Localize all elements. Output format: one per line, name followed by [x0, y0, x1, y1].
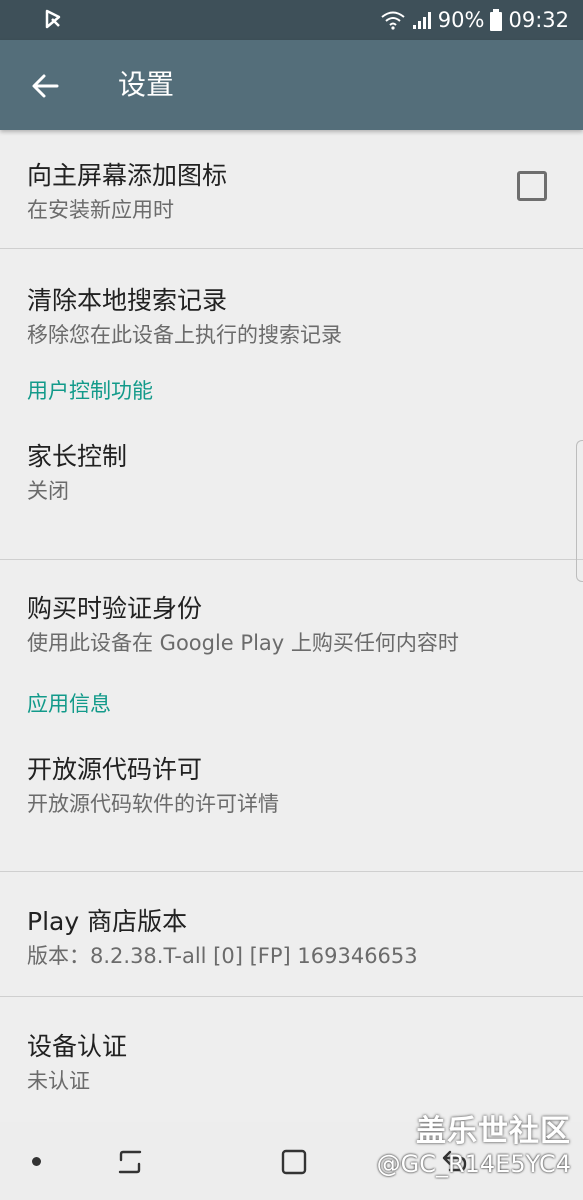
- section-header-app-info: 应用信息: [0, 684, 583, 726]
- notification-icon: [45, 9, 61, 29]
- item-subtitle: 关闭: [27, 479, 69, 503]
- recent-apps-icon[interactable]: [116, 1148, 144, 1176]
- section-header-user-controls: 用户控制功能: [0, 371, 583, 413]
- purchase-authentication-item[interactable]: 购买时验证身份 使用此设备在 Google Play 上购买任何内容时: [0, 560, 583, 684]
- signal-icon: [412, 12, 431, 29]
- section-label: 用户控制功能: [27, 379, 153, 403]
- item-subtitle: 开放源代码软件的许可详情: [27, 792, 279, 816]
- battery-percent: 90%: [437, 8, 485, 32]
- clock: 09:32: [508, 8, 569, 32]
- item-title: 设备认证: [27, 1032, 128, 1061]
- item-title: 购买时验证身份: [27, 594, 203, 623]
- settings-list: 向主屏幕添加图标 在安装新应用时 清除本地搜索记录 移除您在此设备上执行的搜索记…: [0, 130, 583, 1121]
- page-title: 设置: [118, 68, 175, 101]
- item-subtitle: 未认证: [27, 1069, 90, 1093]
- section-label: 应用信息: [27, 692, 111, 716]
- nav-hide-dot[interactable]: [32, 1157, 41, 1166]
- arrow-back-icon: [32, 74, 59, 98]
- edge-panel-handle[interactable]: [576, 440, 583, 582]
- watermark-logo: 盖乐世社区: [416, 1114, 571, 1149]
- item-subtitle: 版本：8.2.38.T-all [0] [FP] 169346653: [27, 944, 418, 968]
- back-button[interactable]: [20, 61, 70, 111]
- wifi-icon: [381, 11, 405, 30]
- app-bar: 设置: [0, 40, 583, 130]
- parental-controls-item[interactable]: 家长控制 关闭: [0, 413, 583, 559]
- add-icon-to-home-item[interactable]: 向主屏幕添加图标 在安装新应用时: [0, 130, 583, 248]
- item-title: 向主屏幕添加图标: [27, 161, 228, 190]
- item-subtitle: 使用此设备在 Google Play 上购买任何内容时: [27, 631, 459, 655]
- home-icon[interactable]: [280, 1148, 308, 1176]
- watermark-handle: @GC_R14E5YC4: [376, 1150, 571, 1178]
- item-title: 清除本地搜索记录: [27, 286, 228, 315]
- item-subtitle: 在安装新应用时: [27, 198, 174, 222]
- play-store-version-item[interactable]: Play 商店版本 版本：8.2.38.T-all [0] [FP] 16934…: [0, 872, 583, 996]
- status-bar: 90% 09:32: [0, 0, 583, 40]
- item-title: 家长控制: [27, 442, 128, 471]
- item-subtitle: 移除您在此设备上执行的搜索记录: [27, 323, 342, 347]
- open-source-licenses-item[interactable]: 开放源代码许可 开放源代码软件的许可详情: [0, 726, 583, 871]
- clear-search-history-item[interactable]: 清除本地搜索记录 移除您在此设备上执行的搜索记录: [0, 249, 583, 371]
- add-icon-checkbox[interactable]: [517, 171, 547, 201]
- item-title: Play 商店版本: [27, 907, 188, 936]
- item-title: 开放源代码许可: [27, 755, 203, 784]
- device-certification-item[interactable]: 设备认证 未认证: [0, 997, 583, 1121]
- battery-icon: [490, 9, 503, 31]
